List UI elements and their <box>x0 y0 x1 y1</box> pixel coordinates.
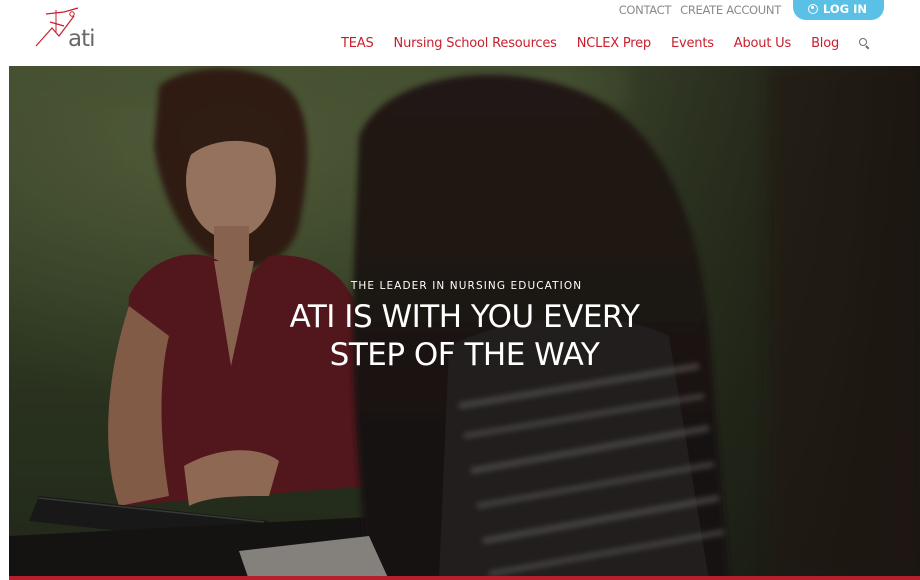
hero-title-line1: ATI IS WITH YOU EVERY <box>289 299 640 335</box>
nav-item-nclex-prep[interactable]: NCLEX Prep <box>577 36 651 51</box>
nav-item-events[interactable]: Events <box>671 36 714 51</box>
hero-bottom-bar <box>9 576 920 580</box>
nav-item-nursing-school-resources[interactable]: Nursing School Resources <box>394 36 557 51</box>
search-icon[interactable] <box>859 37 870 49</box>
nav-item-about-us[interactable]: About Us <box>734 36 791 51</box>
user-icon <box>807 4 818 14</box>
contact-link[interactable]: CONTACT <box>619 3 672 17</box>
utility-nav: CONTACT CREATE ACCOUNT LOG IN <box>619 0 884 20</box>
hero-title-line2: STEP OF THE WAY <box>329 337 600 373</box>
ati-logo-icon: ati <box>35 7 96 50</box>
hero-text: THE LEADER IN NURSING EDUCATION ATI IS W… <box>9 278 920 374</box>
hero-banner: THE LEADER IN NURSING EDUCATION ATI IS W… <box>9 66 920 580</box>
hero-title: ATI IS WITH YOU EVERY STEP OF THE WAY <box>9 298 920 374</box>
ati-logo[interactable]: ati <box>34 6 120 50</box>
nav-item-teas[interactable]: TEAS <box>341 36 374 51</box>
main-nav: TEAS Nursing School Resources NCLEX Prep… <box>341 34 870 52</box>
logo-wordmark: ati <box>68 26 95 50</box>
site-header: ati CONTACT CREATE ACCOUNT LOG IN TEAS N… <box>0 0 920 66</box>
nav-item-blog[interactable]: Blog <box>811 36 839 51</box>
create-account-link[interactable]: CREATE ACCOUNT <box>680 3 781 17</box>
login-button-label: LOG IN <box>822 2 867 16</box>
login-button[interactable]: LOG IN <box>792 0 884 20</box>
hero-kicker: THE LEADER IN NURSING EDUCATION <box>350 280 583 292</box>
